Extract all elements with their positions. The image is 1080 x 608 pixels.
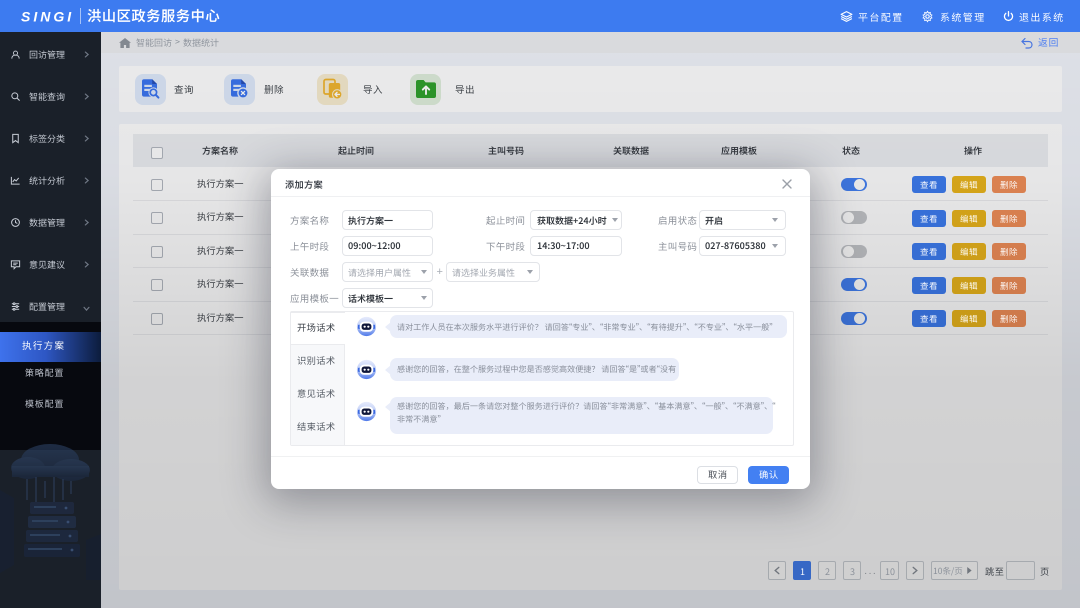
svg-text:SINGI: SINGI: [21, 9, 74, 25]
